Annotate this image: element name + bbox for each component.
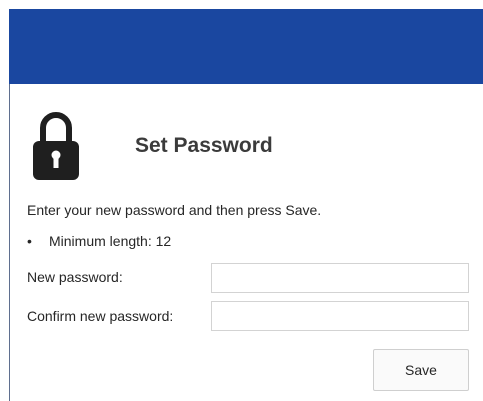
confirm-password-label: Confirm new password:: [27, 308, 174, 324]
bullet-icon: •: [27, 233, 32, 249]
password-rule-text: Minimum length: 12: [49, 233, 172, 249]
title-bar: [9, 9, 483, 84]
lock-icon: [33, 112, 79, 180]
page-title: Set Password: [135, 134, 273, 157]
confirm-password-input[interactable]: [211, 301, 469, 331]
password-rule-item: • Minimum length: 12: [27, 233, 171, 249]
save-button[interactable]: Save: [373, 349, 469, 391]
new-password-input[interactable]: [211, 263, 469, 293]
window-border: [9, 84, 10, 401]
new-password-label: New password:: [27, 269, 123, 285]
instructions-text: Enter your new password and then press S…: [27, 202, 322, 218]
set-password-window: Set Password Enter your new password and…: [0, 0, 483, 401]
